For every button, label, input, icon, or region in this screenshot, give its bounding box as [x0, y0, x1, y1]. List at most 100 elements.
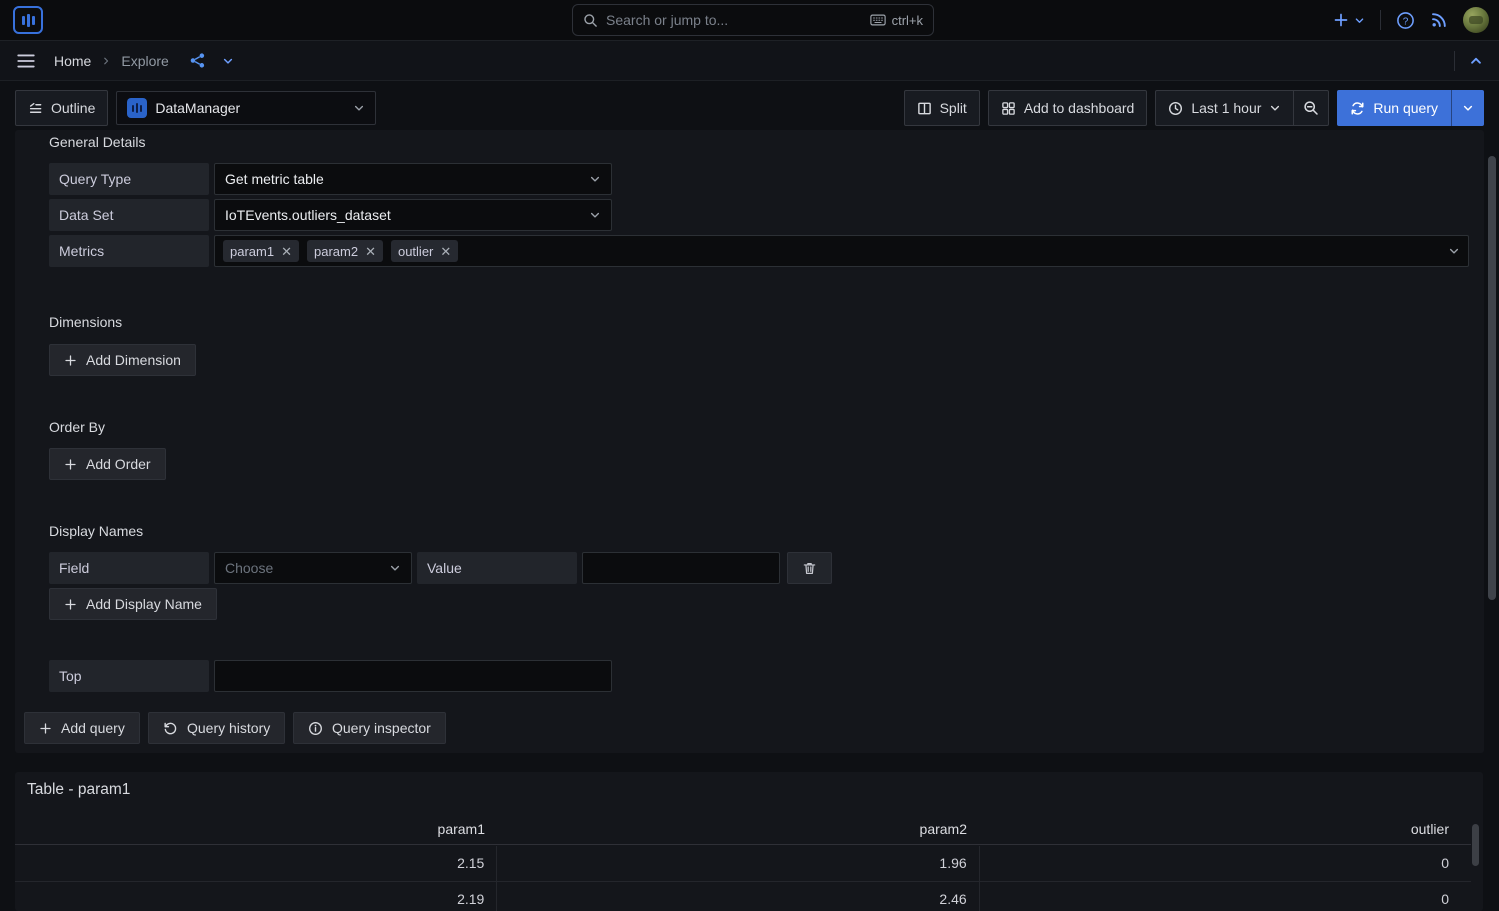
value-label: Value — [417, 552, 577, 584]
data-set-select[interactable]: IoTEvents.outliers_dataset — [214, 199, 612, 231]
cell-param1: 2.19 — [15, 882, 497, 911]
app-logo-icon[interactable] — [13, 6, 43, 34]
breadcrumb-bar: Home Explore — [0, 41, 1499, 81]
add-order-button[interactable]: Add Order — [49, 448, 166, 480]
explore-toolbar: Outline DataManager Split Add — [15, 90, 1484, 126]
datasource-icon — [127, 98, 147, 118]
table-panel: Table - param1 param1 param2 outlier 2.1… — [15, 772, 1483, 911]
outline-icon — [28, 101, 43, 116]
split-icon — [917, 101, 932, 116]
delete-display-name-button[interactable] — [787, 552, 832, 584]
query-editor-panel: General Details Query Type Get metric ta… — [15, 130, 1484, 753]
chevron-down-icon — [1269, 102, 1281, 114]
plus-icon — [64, 354, 77, 367]
query-history-button[interactable]: Query history — [148, 712, 285, 744]
chevron-down-icon — [389, 562, 401, 574]
run-query-split-button: Run query — [1337, 90, 1484, 126]
table-scrollbar-thumb[interactable] — [1472, 824, 1479, 866]
new-menu-button[interactable] — [1333, 12, 1365, 28]
add-display-name-button[interactable]: Add Display Name — [49, 588, 217, 620]
top-label: Top — [49, 660, 209, 692]
breadcrumb-explore[interactable]: Explore — [121, 53, 168, 69]
plus-icon — [1333, 12, 1349, 28]
share-icon[interactable] — [189, 52, 206, 69]
column-header-param2[interactable]: param2 — [497, 815, 979, 844]
top-input-wrap — [214, 660, 612, 692]
time-picker-group: Last 1 hour — [1155, 90, 1329, 126]
plus-icon — [64, 598, 77, 611]
chevron-down-icon — [589, 209, 601, 221]
clock-icon — [1168, 101, 1183, 116]
metric-chip: param1✕ — [223, 240, 299, 262]
datasource-name: DataManager — [155, 100, 240, 116]
chevron-down-icon — [353, 102, 365, 114]
remove-chip-icon[interactable]: ✕ — [281, 245, 292, 258]
field-label: Field — [49, 552, 209, 584]
query-type-select[interactable]: Get metric table — [214, 163, 612, 195]
metric-chip: outlier✕ — [391, 240, 458, 262]
breadcrumb-home[interactable]: Home — [54, 53, 91, 69]
display-names-title: Display Names — [49, 523, 143, 539]
field-select[interactable]: Choose — [214, 552, 412, 584]
dimensions-title: Dimensions — [49, 314, 122, 330]
page-scrollbar-thumb[interactable] — [1488, 156, 1496, 600]
menu-hamburger-icon[interactable] — [16, 52, 36, 70]
breadcrumb-divider — [1454, 51, 1455, 71]
history-icon — [163, 721, 178, 736]
top-nav-divider — [1380, 10, 1381, 30]
add-to-dashboard-button[interactable]: Add to dashboard — [988, 90, 1148, 126]
cell-outlier: 0 — [980, 882, 1471, 911]
remove-chip-icon[interactable]: ✕ — [440, 245, 451, 258]
table-header-row: param1 param2 outlier — [15, 815, 1471, 845]
plus-icon — [64, 458, 77, 471]
top-nav-actions: ? — [1333, 0, 1489, 40]
run-query-options-button[interactable] — [1451, 90, 1484, 126]
column-header-param1[interactable]: param1 — [15, 815, 497, 844]
metrics-label: Metrics — [49, 235, 209, 267]
cell-param2: 1.96 — [497, 846, 979, 881]
time-range-button[interactable]: Last 1 hour — [1156, 91, 1293, 125]
remove-chip-icon[interactable]: ✕ — [365, 245, 376, 258]
chevron-down-icon[interactable] — [222, 55, 234, 67]
zoom-out-time-button[interactable] — [1293, 91, 1328, 125]
search-shortcut: ctrl+k — [870, 13, 923, 28]
info-icon — [308, 721, 323, 736]
cell-param1: 2.15 — [15, 846, 497, 881]
chevron-down-icon — [1462, 102, 1474, 114]
value-input-wrap — [582, 552, 780, 584]
cell-outlier: 0 — [980, 846, 1471, 881]
data-set-label: Data Set — [49, 199, 209, 231]
help-icon[interactable]: ? — [1396, 11, 1415, 30]
top-input[interactable] — [225, 668, 601, 684]
collapse-chevron-up-icon[interactable] — [1469, 54, 1483, 68]
outline-button[interactable]: Outline — [15, 90, 108, 126]
search-box[interactable]: ctrl+k — [572, 4, 934, 36]
run-query-button[interactable]: Run query — [1337, 90, 1451, 126]
sync-icon — [1350, 101, 1365, 116]
metric-chip: param2✕ — [307, 240, 383, 262]
order-by-title: Order By — [49, 419, 105, 435]
datasource-picker[interactable]: DataManager — [116, 91, 376, 125]
chevron-down-icon — [1354, 15, 1365, 26]
query-type-label: Query Type — [49, 163, 209, 195]
breadcrumb: Home Explore — [54, 52, 234, 69]
zoom-out-icon — [1303, 100, 1319, 116]
news-rss-icon[interactable] — [1430, 11, 1448, 29]
column-header-outlier[interactable]: outlier — [979, 815, 1471, 844]
user-avatar[interactable] — [1463, 7, 1489, 33]
keyboard-icon — [870, 14, 886, 26]
svg-text:?: ? — [1403, 16, 1409, 27]
add-query-button[interactable]: Add query — [24, 712, 140, 744]
toolbar-right-actions: Split Add to dashboard Last 1 hour — [904, 90, 1484, 126]
value-input[interactable] — [593, 560, 769, 576]
search-input[interactable] — [606, 12, 862, 28]
add-dimension-button[interactable]: Add Dimension — [49, 344, 196, 376]
metrics-multiselect[interactable]: param1✕ param2✕ outlier✕ — [214, 235, 1469, 267]
query-inspector-button[interactable]: Query inspector — [293, 712, 446, 744]
split-button[interactable]: Split — [904, 90, 980, 126]
plus-icon — [39, 722, 52, 735]
chevron-down-icon — [1448, 245, 1460, 257]
table-panel-title: Table - param1 — [27, 781, 130, 799]
apps-grid-icon — [1001, 101, 1016, 116]
grafana-explore-app: ctrl+k ? — [0, 0, 1499, 911]
